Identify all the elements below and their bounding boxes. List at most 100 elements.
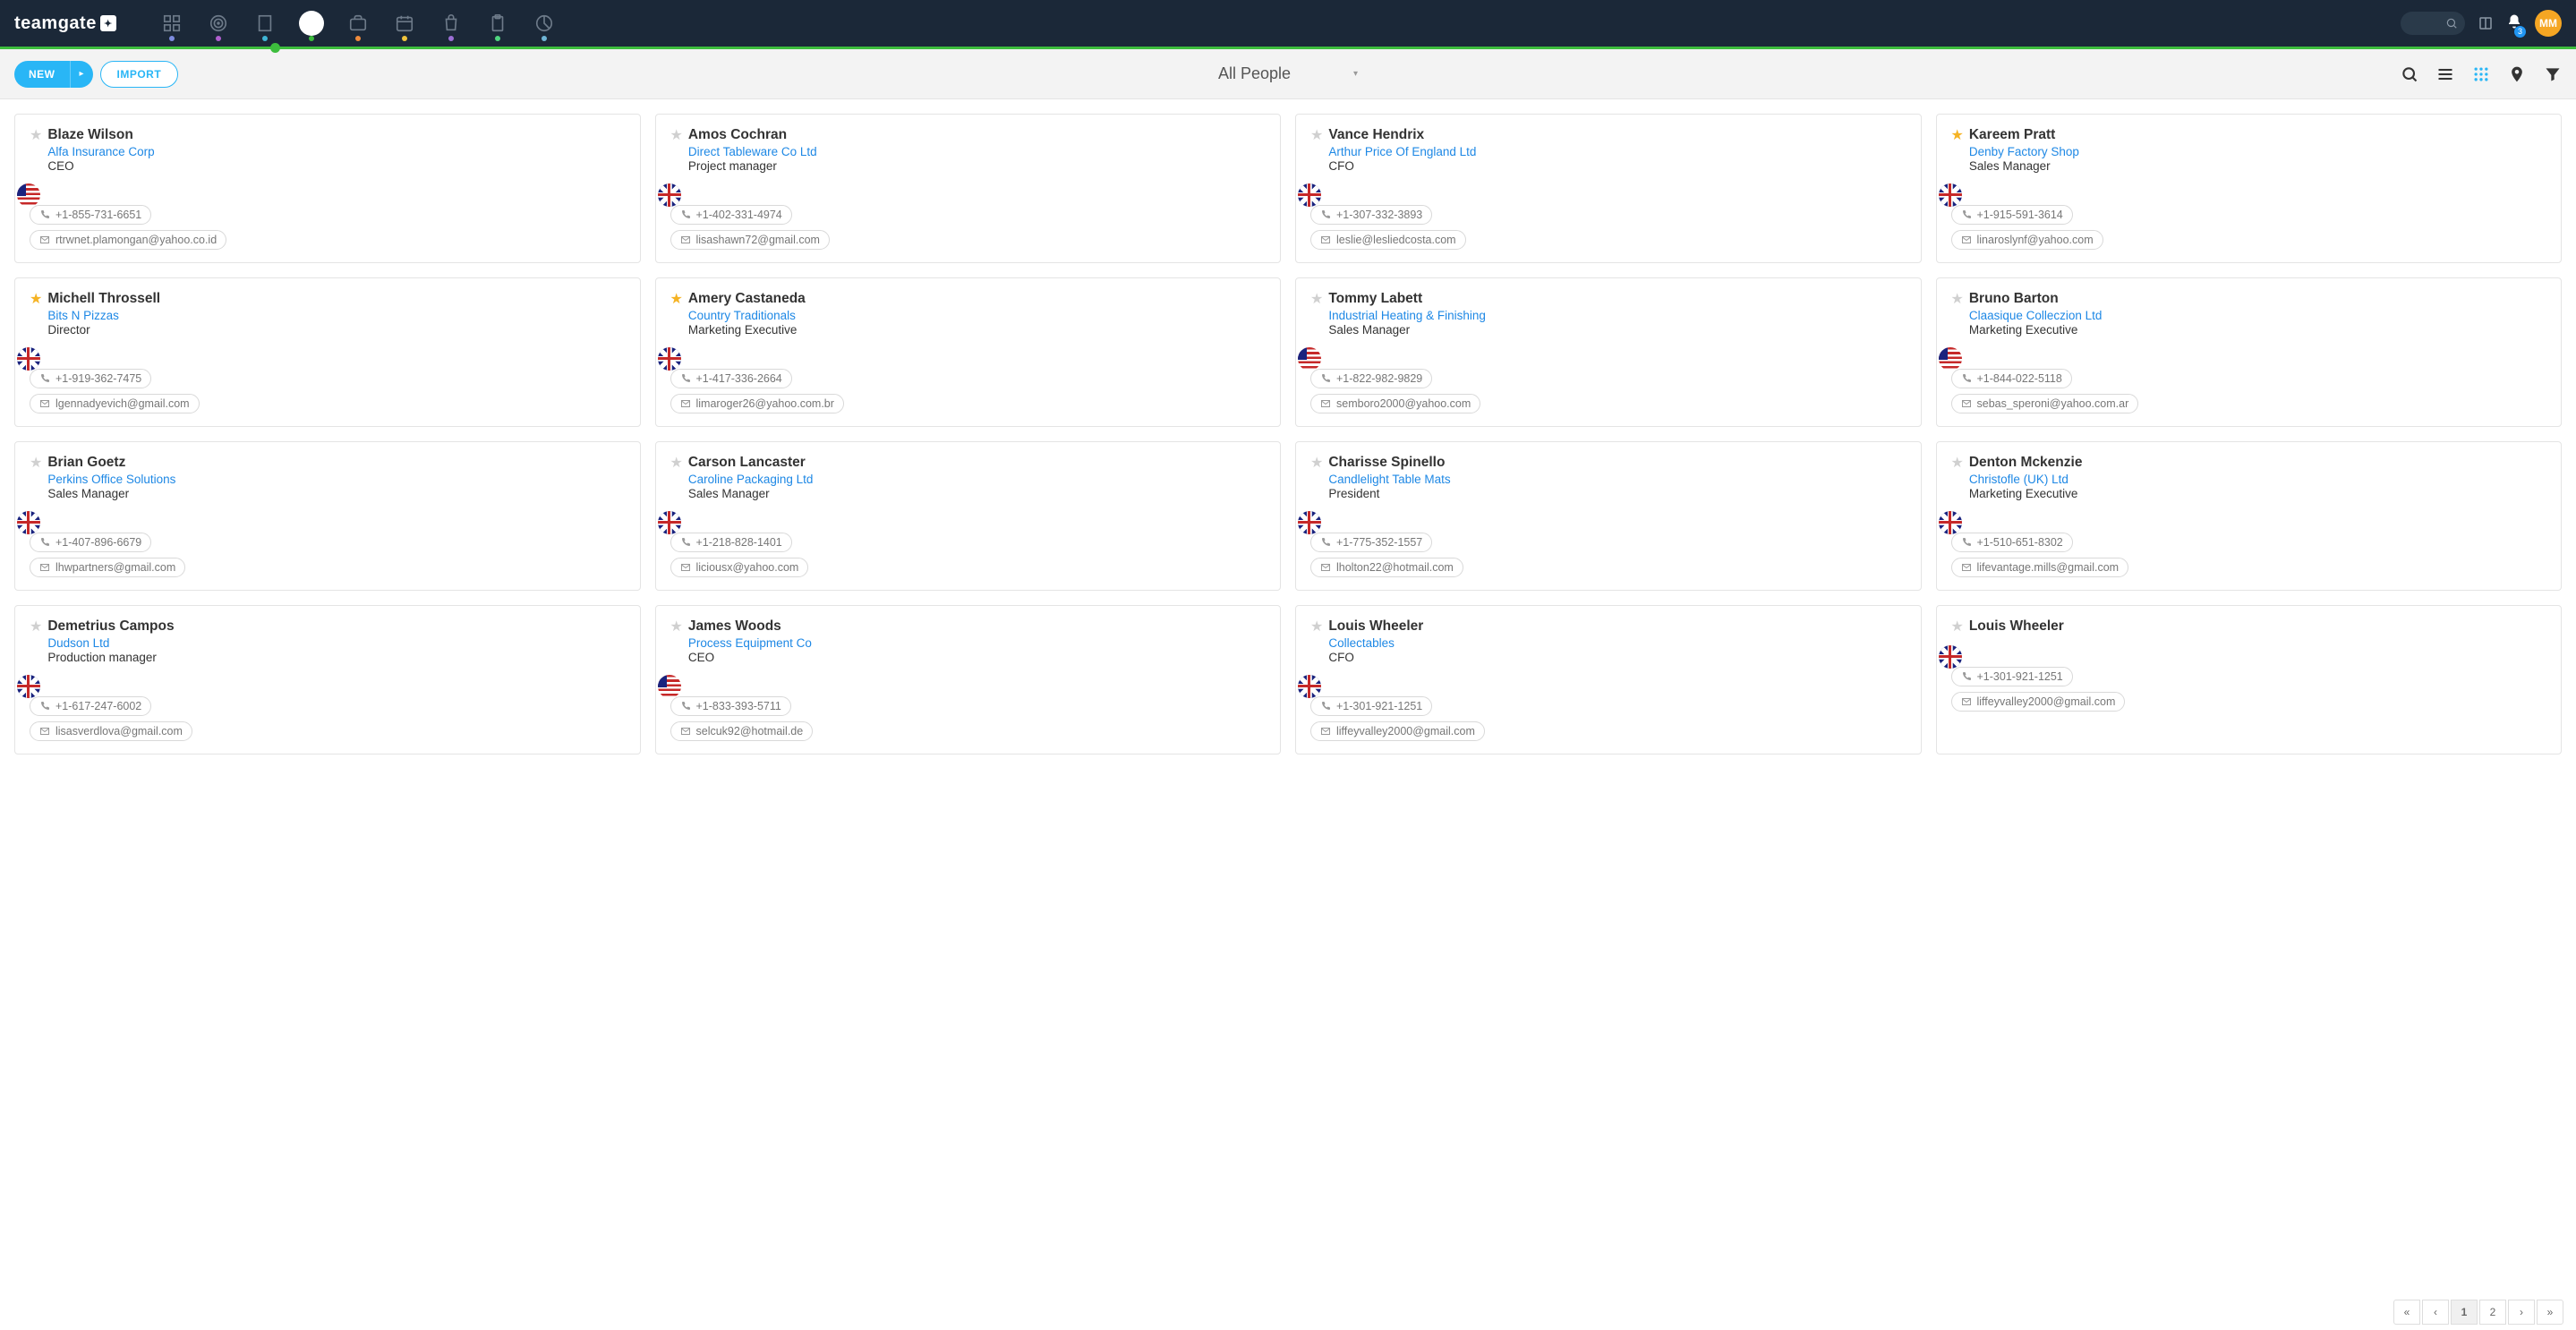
person-card[interactable]: ★Brian GoetzPerkins Office SolutionsSale… [14,441,641,591]
favorite-star-icon[interactable]: ★ [1310,129,1323,143]
filter-icon[interactable] [2544,65,2562,83]
email-chip[interactable]: liciousx@yahoo.com [670,558,809,577]
email-chip[interactable]: lgennadyevich@gmail.com [30,394,200,413]
favorite-star-icon[interactable]: ★ [1310,620,1323,635]
person-card[interactable]: ★Carson LancasterCaroline Packaging LtdS… [655,441,1282,591]
phone-chip[interactable]: +1-510-651-8302 [1951,533,2073,552]
email-chip[interactable]: liffeyvalley2000@gmail.com [1951,692,2126,712]
new-button[interactable]: NEW [14,61,70,88]
list-view-icon[interactable] [2436,65,2454,83]
page-button[interactable]: 1 [2451,1300,2478,1325]
favorite-star-icon[interactable]: ★ [30,620,42,635]
person-card[interactable]: ★James WoodsProcess Equipment CoCEO+1-83… [655,605,1282,755]
email-chip[interactable]: lifevantage.mills@gmail.com [1951,558,2129,577]
page-button[interactable]: » [2537,1300,2563,1325]
company-link[interactable]: Direct Tableware Co Ltd [688,145,817,158]
favorite-star-icon[interactable]: ★ [670,129,683,143]
phone-chip[interactable]: +1-833-393-5711 [670,696,791,716]
email-chip[interactable]: lisasverdlova@gmail.com [30,721,192,741]
email-chip[interactable]: selcuk92@hotmail.de [670,721,814,741]
company-link[interactable]: Process Equipment Co [688,636,812,650]
email-chip[interactable]: sebas_speroni@yahoo.com.ar [1951,394,2139,413]
company-link[interactable]: Christofle (UK) Ltd [1969,473,2083,486]
phone-chip[interactable]: +1-218-828-1401 [670,533,792,552]
company-link[interactable]: Candlelight Table Mats [1328,473,1450,486]
phone-chip[interactable]: +1-402-331-4974 [670,205,792,225]
favorite-star-icon[interactable]: ★ [30,456,42,471]
company-link[interactable]: Perkins Office Solutions [47,473,175,486]
email-chip[interactable]: leslie@lesliedcosta.com [1310,230,1466,250]
person-card[interactable]: ★Kareem PrattDenby Factory ShopSales Man… [1936,114,2563,263]
phone-chip[interactable]: +1-855-731-6651 [30,205,151,225]
company-link[interactable]: Bits N Pizzas [47,309,160,322]
email-chip[interactable]: rtrwnet.plamongan@yahoo.co.id [30,230,226,250]
phone-chip[interactable]: +1-844-022-5118 [1951,369,2072,388]
nav-chart[interactable] [532,0,557,47]
phone-chip[interactable]: +1-301-921-1251 [1951,667,2073,686]
phone-chip[interactable]: +1-915-591-3614 [1951,205,2073,225]
favorite-star-icon[interactable]: ★ [1310,293,1323,307]
nav-clipboard[interactable] [485,0,510,47]
map-view-icon[interactable] [2508,65,2526,83]
email-chip[interactable]: liffeyvalley2000@gmail.com [1310,721,1485,741]
phone-chip[interactable]: +1-407-896-6679 [30,533,151,552]
nav-people[interactable] [299,0,324,47]
email-chip[interactable]: lhwpartners@gmail.com [30,558,185,577]
person-card[interactable]: ★Louis WheelerCollectablesCFO+1-301-921-… [1295,605,1922,755]
favorite-star-icon[interactable]: ★ [1310,456,1323,471]
favorite-star-icon[interactable]: ★ [30,129,42,143]
person-card[interactable]: ★Denton MckenzieChristofle (UK) LtdMarke… [1936,441,2563,591]
brand-logo[interactable]: teamgate ✦ [14,13,116,34]
company-link[interactable]: Dudson Ltd [47,636,174,650]
expand-icon[interactable] [2478,15,2494,31]
nav-briefcase[interactable] [345,0,371,47]
person-card[interactable]: ★Blaze WilsonAlfa Insurance CorpCEO+1-85… [14,114,641,263]
company-link[interactable]: Claasique Colleczion Ltd [1969,309,2103,322]
nav-target[interactable] [206,0,231,47]
company-link[interactable]: Denby Factory Shop [1969,145,2079,158]
favorite-star-icon[interactable]: ★ [1951,456,1964,471]
favorite-star-icon[interactable]: ★ [1951,293,1964,307]
person-card[interactable]: ★Amos CochranDirect Tableware Co LtdProj… [655,114,1282,263]
page-button[interactable]: 2 [2479,1300,2506,1325]
favorite-star-icon[interactable]: ★ [1951,129,1964,143]
page-button[interactable]: ‹ [2422,1300,2449,1325]
person-card[interactable]: ★Demetrius CamposDudson LtdProduction ma… [14,605,641,755]
grid-view-icon[interactable] [2472,65,2490,83]
company-link[interactable]: Arthur Price Of England Ltd [1328,145,1476,158]
company-link[interactable]: Caroline Packaging Ltd [688,473,814,486]
email-chip[interactable]: limaroger26@yahoo.com.br [670,394,844,413]
favorite-star-icon[interactable]: ★ [30,293,42,307]
favorite-star-icon[interactable]: ★ [670,293,683,307]
person-card[interactable]: ★Tommy LabettIndustrial Heating & Finish… [1295,277,1922,427]
person-card[interactable]: ★Vance HendrixArthur Price Of England Lt… [1295,114,1922,263]
company-link[interactable]: Country Traditionals [688,309,806,322]
view-selector[interactable]: All People ▾ [1218,64,1358,83]
person-card[interactable]: ★Michell ThrossellBits N PizzasDirector+… [14,277,641,427]
notifications-button[interactable]: 3 [2506,13,2522,34]
user-avatar[interactable]: MM [2535,10,2562,37]
page-button[interactable]: « [2393,1300,2420,1325]
email-chip[interactable]: lisashawn72@gmail.com [670,230,830,250]
person-card[interactable]: ★Bruno BartonClaasique Colleczion LtdMar… [1936,277,2563,427]
search-icon[interactable] [2401,65,2418,83]
person-card[interactable]: ★Amery CastanedaCountry TraditionalsMark… [655,277,1282,427]
email-chip[interactable]: linaroslynf@yahoo.com [1951,230,2103,250]
favorite-star-icon[interactable]: ★ [670,456,683,471]
nav-calendar[interactable] [392,0,417,47]
new-dropdown-caret[interactable]: ▸ [70,61,93,88]
nav-shopping[interactable] [439,0,464,47]
email-chip[interactable]: semboro2000@yahoo.com [1310,394,1480,413]
nav-building[interactable] [252,0,277,47]
favorite-star-icon[interactable]: ★ [670,620,683,635]
nav-dashboard[interactable] [159,0,184,47]
phone-chip[interactable]: +1-775-352-1557 [1310,533,1432,552]
favorite-star-icon[interactable]: ★ [1951,620,1964,635]
phone-chip[interactable]: +1-617-247-6002 [30,696,151,716]
page-button[interactable]: › [2508,1300,2535,1325]
person-card[interactable]: ★Charisse SpinelloCandlelight Table Mats… [1295,441,1922,591]
phone-chip[interactable]: +1-919-362-7475 [30,369,151,388]
email-chip[interactable]: lholton22@hotmail.com [1310,558,1463,577]
company-link[interactable]: Alfa Insurance Corp [47,145,154,158]
company-link[interactable]: Industrial Heating & Finishing [1328,309,1486,322]
